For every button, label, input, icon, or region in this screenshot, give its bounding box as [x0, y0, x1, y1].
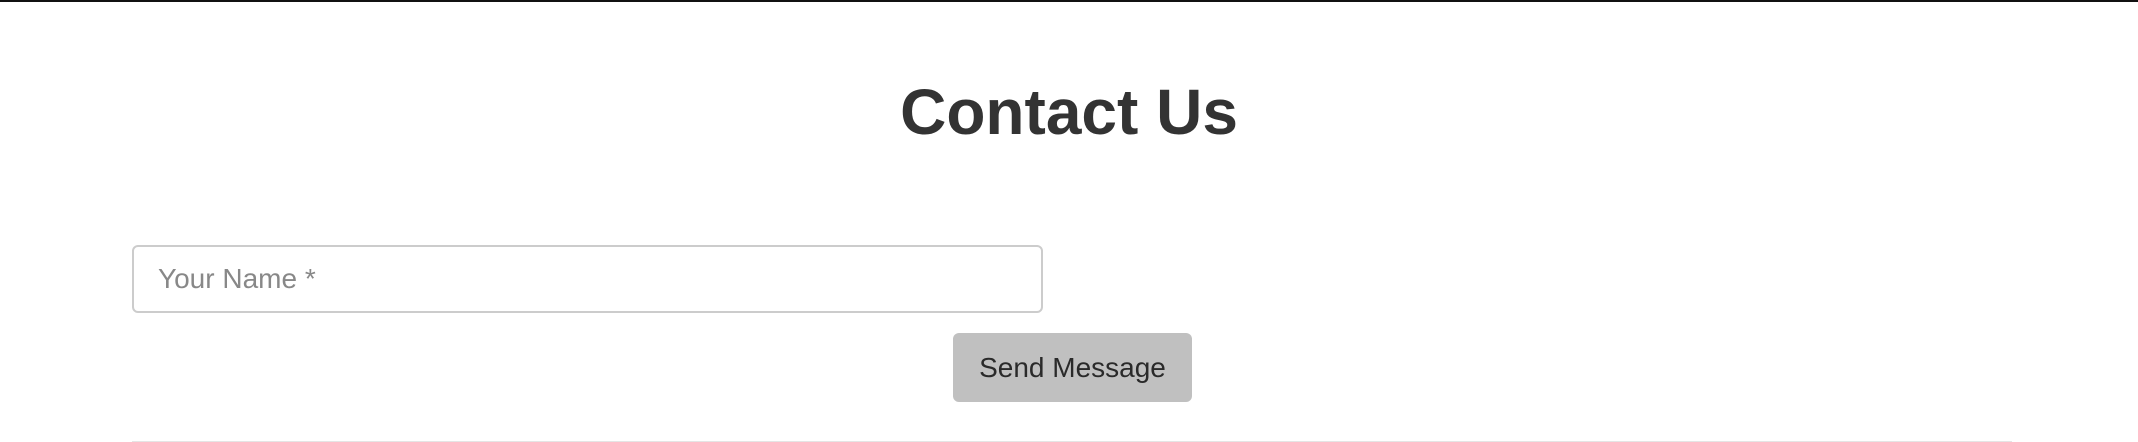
send-message-button[interactable]: Send Message: [953, 333, 1192, 402]
name-input[interactable]: [132, 245, 1043, 313]
page-title: Contact Us: [900, 76, 1238, 148]
contact-page: Contact Us Send Message: [0, 0, 2138, 442]
